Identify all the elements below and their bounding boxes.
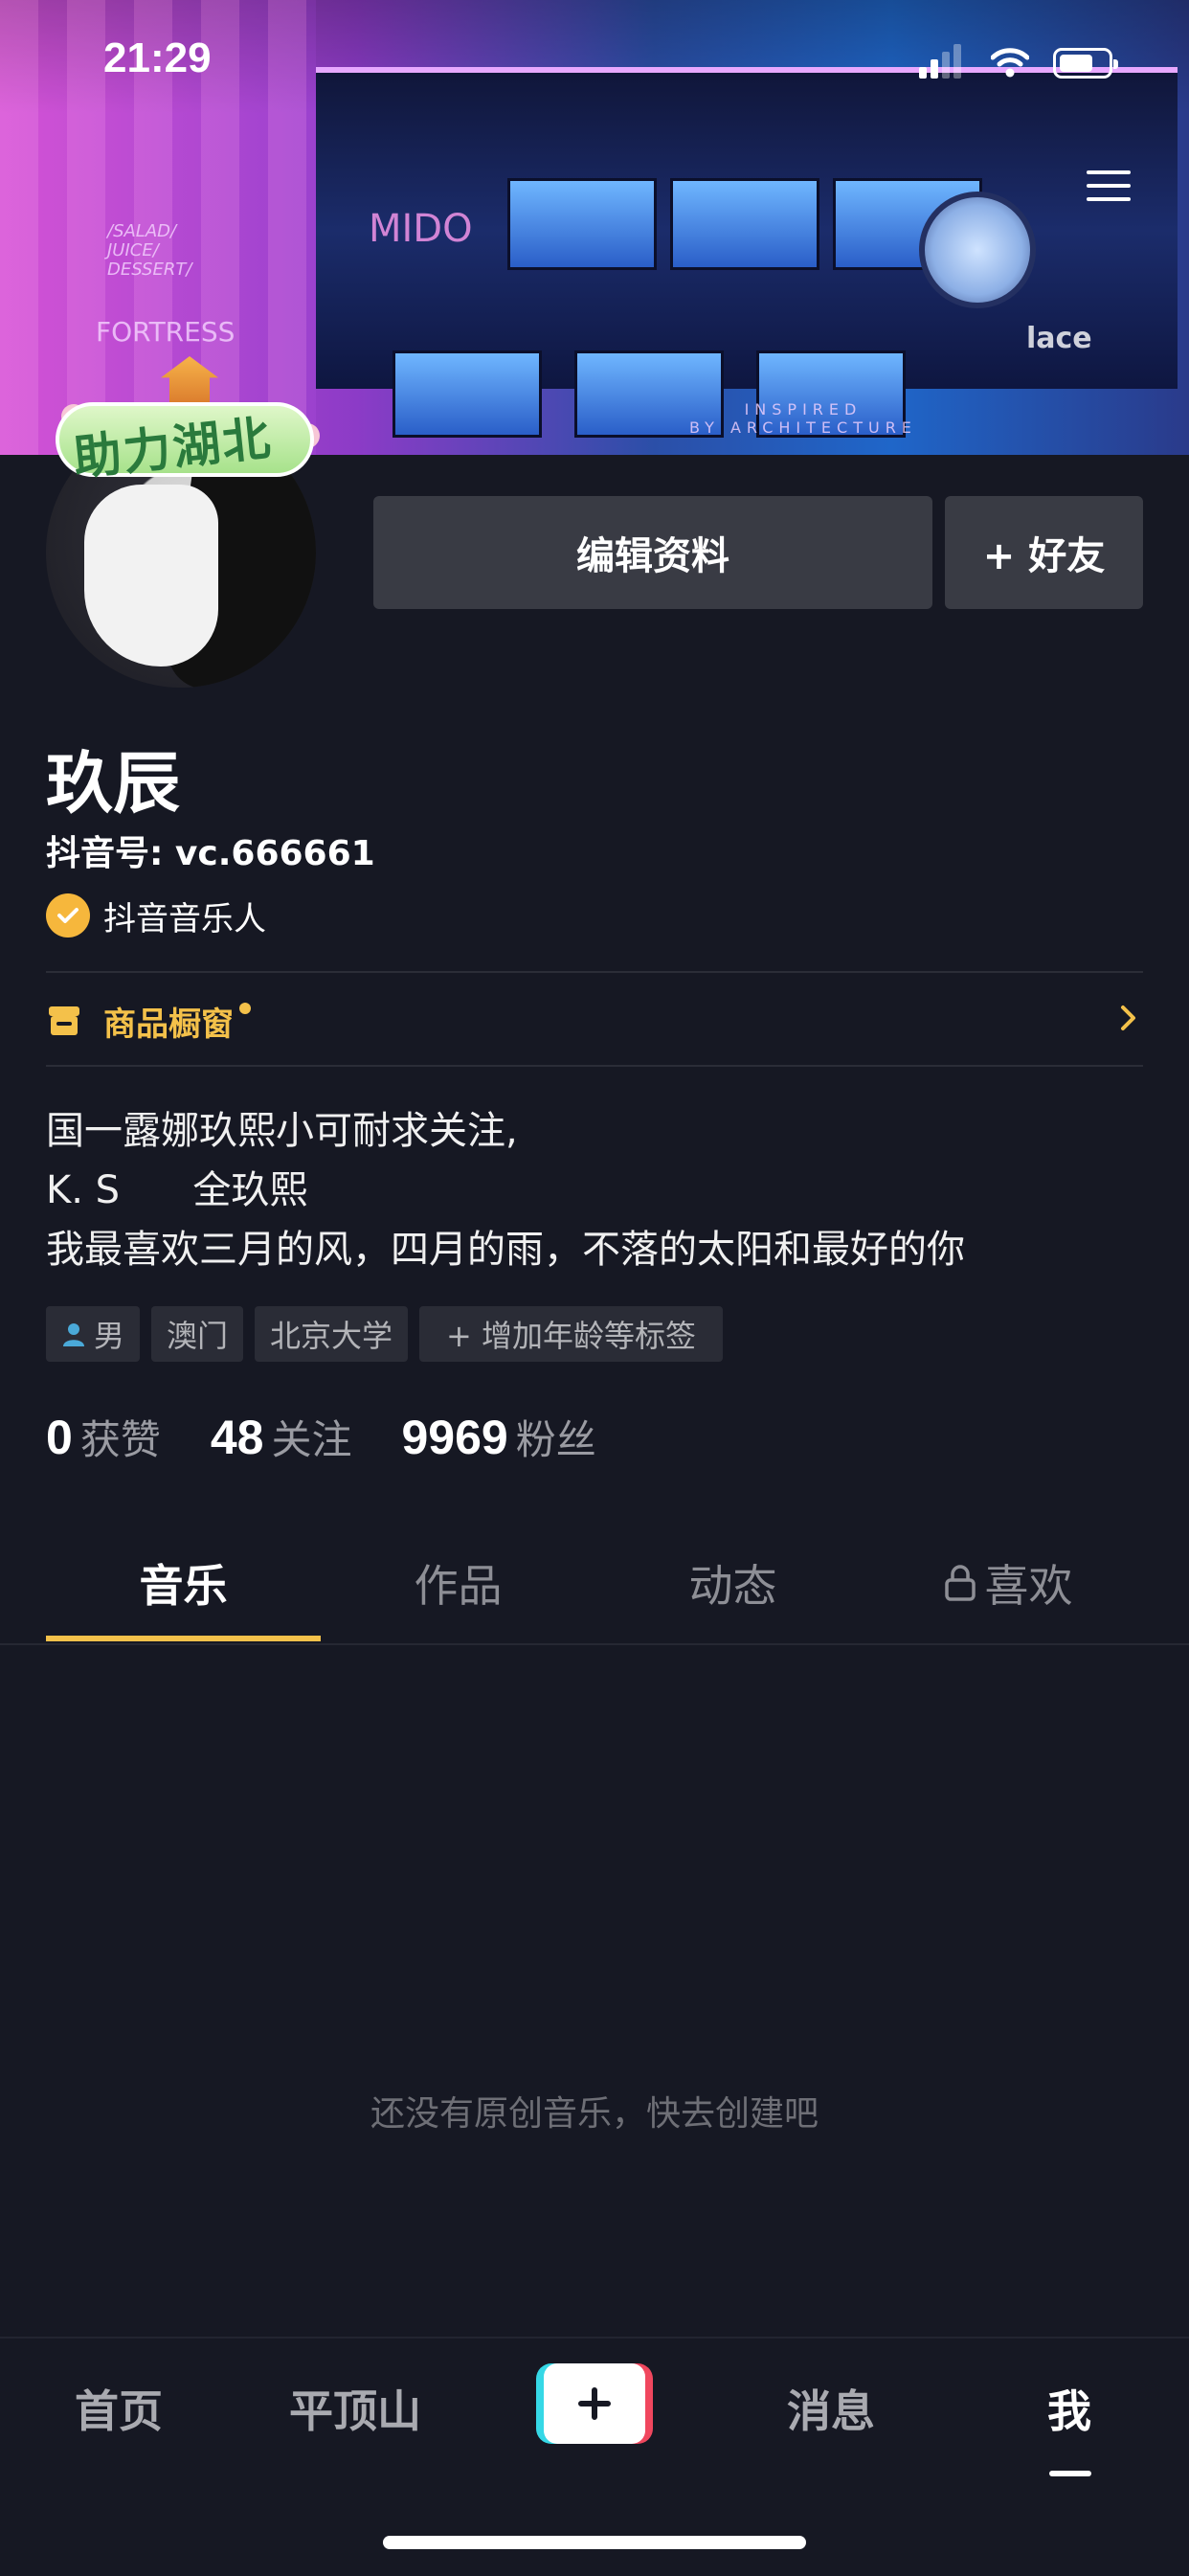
battery-icon: [1053, 48, 1118, 79]
add-tag-button[interactable]: + 增加年龄等标签: [419, 1306, 724, 1362]
following-count[interactable]: 48: [211, 1410, 264, 1465]
edit-profile-button[interactable]: 编辑资料: [373, 496, 932, 609]
lock-icon: [944, 1565, 976, 1601]
cover-tram: MIDO lace INSPIRED BY ARCHITECTURE: [316, 67, 1178, 438]
active-nav-indicator: [1049, 2471, 1091, 2476]
avatar-badge: 助力湖北: [56, 356, 320, 486]
person-icon: [63, 1323, 84, 1346]
nav-home[interactable]: 首页: [75, 2377, 163, 2440]
cover-caption: INSPIRED BY ARCHITECTURE: [689, 400, 917, 437]
tag-school: 北京大学: [255, 1306, 409, 1362]
following-label[interactable]: 关注: [271, 1408, 351, 1466]
shop-window-link[interactable]: 商品橱窗: [46, 994, 251, 1048]
douyin-id: 抖音号: vc.666661: [46, 834, 375, 873]
bio-line: 国一露娜玖熙小可耐求关注,: [46, 1109, 518, 1153]
followers-label[interactable]: 粉丝: [516, 1408, 596, 1466]
profile-stats: 0 获赞 48 关注 9969 粉丝: [46, 1408, 646, 1466]
likes-count: 0: [46, 1411, 73, 1464]
likes-label: 获赞: [79, 1416, 161, 1463]
content-tabs: 音乐 作品 动态 喜欢: [0, 1526, 1189, 1643]
plus-icon: [578, 2387, 611, 2420]
bio-line: 我最喜欢三月的风，四月的雨，不落的太阳和最好的你: [46, 1228, 965, 1272]
check-icon: [46, 893, 90, 938]
followers-count[interactable]: 9969: [401, 1410, 507, 1465]
bio-line: K. S 全玖熙: [46, 1168, 308, 1212]
profile-tags: 男 澳门 北京大学 + 增加年龄等标签: [46, 1306, 724, 1362]
profile-name: 玖辰: [46, 744, 180, 823]
status-time: 21:29: [103, 34, 212, 81]
tag-gender-label: 男: [94, 1318, 125, 1354]
cover-clock: [919, 192, 1036, 308]
tag-location: 澳门: [151, 1306, 244, 1362]
home-indicator[interactable]: [383, 2536, 806, 2549]
menu-icon[interactable]: [1087, 170, 1131, 209]
cover-sign-text: lace: [1026, 322, 1092, 355]
divider: [46, 1065, 1143, 1067]
tab-likes-label: 喜欢: [984, 1560, 1073, 1612]
tab-likes[interactable]: 喜欢: [870, 1526, 1145, 1639]
cover-sign-text: /SALAD/JUICE/DESSERT/: [107, 221, 192, 280]
cover-sign-text: FORTRESS: [96, 316, 236, 348]
verified-label: 抖音音乐人: [103, 899, 266, 938]
shop-icon: [49, 1006, 79, 1035]
tram-window: [393, 350, 542, 438]
chevron-right-icon[interactable]: [1118, 1004, 1139, 1032]
divider: [46, 971, 1143, 973]
divider: [0, 1643, 1189, 1645]
tab-dynamics[interactable]: 动态: [595, 1526, 870, 1639]
tram-window: [670, 178, 819, 270]
active-tab-indicator: [46, 1636, 321, 1641]
tab-works[interactable]: 作品: [321, 1526, 595, 1639]
notification-dot: [239, 1003, 251, 1014]
tab-music[interactable]: 音乐: [46, 1526, 321, 1639]
wifi-icon: [991, 48, 1029, 78]
cover-sign-text: MIDO: [369, 207, 473, 251]
shop-label: 商品橱窗: [103, 1005, 234, 1044]
tag-gender: 男: [46, 1306, 141, 1362]
nav-me[interactable]: 我: [1047, 2377, 1091, 2440]
empty-state-text: 还没有原创音乐，快去创建吧: [370, 2094, 819, 2134]
add-friend-button[interactable]: + 好友: [945, 496, 1143, 609]
verified-badge: 抖音音乐人: [46, 893, 266, 938]
nav-messages[interactable]: 消息: [787, 2377, 875, 2440]
create-button[interactable]: [536, 2363, 653, 2444]
tram-window: [507, 178, 657, 270]
nav-city[interactable]: 平顶山: [289, 2377, 421, 2440]
